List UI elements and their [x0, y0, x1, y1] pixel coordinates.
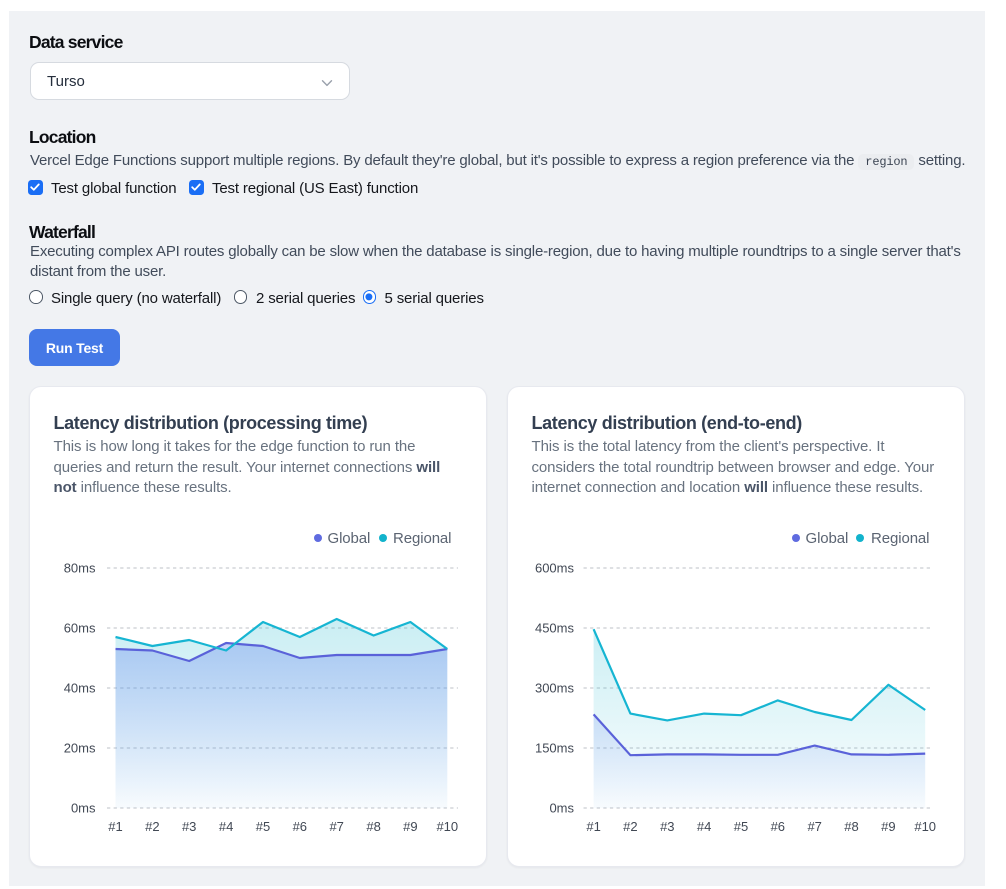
svg-text:40ms: 40ms — [64, 681, 96, 696]
svg-text:#1: #1 — [586, 819, 600, 834]
svg-text:#5: #5 — [256, 819, 270, 834]
svg-text:0ms: 0ms — [71, 801, 96, 816]
svg-text:#7: #7 — [329, 819, 343, 834]
svg-text:80ms: 80ms — [64, 561, 96, 576]
svg-text:#9: #9 — [881, 819, 895, 834]
svg-text:#1: #1 — [108, 819, 122, 834]
svg-text:#7: #7 — [807, 819, 821, 834]
svg-text:20ms: 20ms — [64, 741, 96, 756]
svg-text:#2: #2 — [623, 819, 637, 834]
svg-text:0ms: 0ms — [549, 801, 574, 816]
svg-text:#3: #3 — [182, 819, 196, 834]
svg-text:#8: #8 — [366, 819, 380, 834]
svg-text:#2: #2 — [145, 819, 159, 834]
svg-text:#8: #8 — [844, 819, 858, 834]
svg-text:#3: #3 — [660, 819, 674, 834]
svg-text:#9: #9 — [403, 819, 417, 834]
svg-text:#4: #4 — [219, 819, 233, 834]
svg-text:#6: #6 — [293, 819, 307, 834]
svg-text:600ms: 600ms — [535, 561, 575, 576]
svg-text:#10: #10 — [436, 819, 458, 834]
svg-text:60ms: 60ms — [64, 621, 96, 636]
svg-text:150ms: 150ms — [535, 741, 575, 756]
svg-text:#6: #6 — [771, 819, 785, 834]
svg-text:#4: #4 — [697, 819, 711, 834]
svg-text:450ms: 450ms — [535, 621, 575, 636]
svg-text:#5: #5 — [734, 819, 748, 834]
svg-text:300ms: 300ms — [535, 681, 575, 696]
svg-text:#10: #10 — [914, 819, 936, 834]
